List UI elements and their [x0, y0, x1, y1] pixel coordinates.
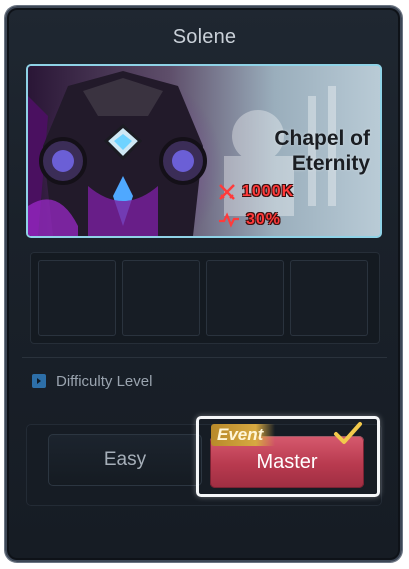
reward-slot[interactable]: [122, 260, 200, 336]
master-difficulty-option[interactable]: Master Event: [196, 416, 380, 497]
divider: [22, 357, 387, 358]
difficulty-section-label: Difficulty Level: [32, 370, 152, 392]
event-badge: Event: [211, 424, 276, 446]
reward-slot[interactable]: [206, 260, 284, 336]
reward-slot[interactable]: [290, 260, 368, 336]
power-value: 1000K: [242, 183, 295, 200]
easy-difficulty-button[interactable]: Easy: [48, 434, 202, 486]
difficulty-label-text: Difficulty Level: [56, 372, 153, 390]
stat-percent: 30%: [218, 210, 281, 230]
panel-title: Solene: [172, 26, 237, 48]
percent-value: 30%: [246, 211, 282, 228]
pulse-icon: [219, 212, 239, 228]
reward-slots: [30, 252, 380, 344]
reward-slot[interactable]: [38, 260, 116, 336]
crossed-swords-icon: [219, 184, 235, 200]
chevron-right-icon: [32, 374, 46, 388]
power-requirement: 1000K: [218, 182, 294, 202]
stage-banner[interactable]: Chapel of Eternity 1000K 30%: [26, 64, 382, 238]
checkmark-icon: [334, 422, 362, 444]
stage-name: Chapel of Eternity: [274, 127, 370, 175]
